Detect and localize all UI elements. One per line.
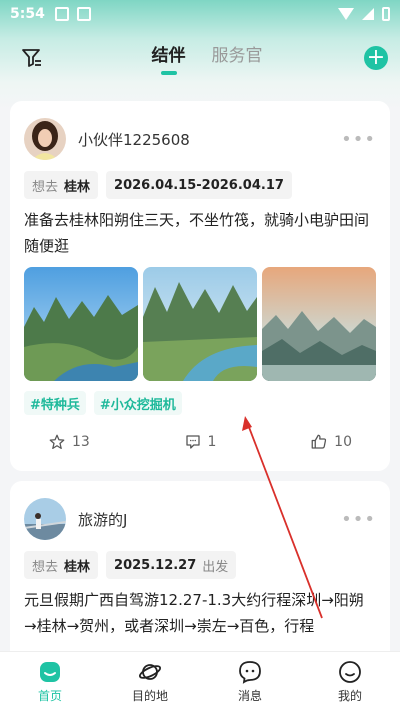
top-tabs: 结伴 服务官 <box>152 41 263 75</box>
nav-profile[interactable]: 我的 <box>310 660 390 704</box>
post-hashtags: #特种兵 #小众挖掘机 <box>24 391 376 415</box>
top-header: 结伴 服务官 + <box>0 36 400 80</box>
thumbs-up-icon <box>311 434 327 449</box>
post-description[interactable]: 准备去桂林阳朔住三天，不坐竹筏，就骑小电驴田间随便逛 <box>24 207 376 259</box>
destination-tag: 想去 桂林 <box>24 551 99 579</box>
wifi-icon <box>338 8 354 20</box>
add-post-button[interactable]: + <box>364 46 388 70</box>
planet-icon <box>138 663 162 680</box>
message-icon <box>239 660 261 684</box>
post-description[interactable]: 元旦假期广西自驾游12.27-1.3大约行程深圳→阳朔→桂林→贺州，或者深圳→崇… <box>24 587 376 639</box>
hashtag-chip[interactable]: #特种兵 <box>24 391 86 415</box>
comment-button[interactable]: 1 <box>184 433 217 451</box>
gallery-notification-icon <box>54 7 69 21</box>
home-icon <box>40 661 60 682</box>
post-tag-row: 想去 桂林 2026.04.15-2026.04.17 <box>24 171 376 199</box>
favorite-button[interactable]: 13 <box>48 433 90 451</box>
want-to-go-label: 想去 <box>32 179 59 195</box>
post-username[interactable]: 小伙伴1225608 <box>78 129 190 150</box>
nav-destination-label: 目的地 <box>131 688 168 703</box>
destination-name: 桂林 <box>64 559 91 575</box>
bottom-navigation: 首页 目的地 消息 我的 <box>0 651 400 711</box>
departure-date: 2025.12.27 <box>114 557 197 573</box>
post-tag-row: 想去 桂林 2025.12.27 出发 <box>24 551 376 579</box>
favorite-count: 13 <box>72 434 90 450</box>
nav-home[interactable]: 首页 <box>10 660 90 704</box>
post-username[interactable]: 旅游的J <box>78 509 127 530</box>
status-time: 5:54 <box>10 6 45 22</box>
nav-messages[interactable]: 消息 <box>210 660 290 704</box>
nav-home-label: 首页 <box>37 688 62 703</box>
comment-count: 1 <box>207 434 217 450</box>
nav-messages-label: 消息 <box>237 688 262 703</box>
more-options-icon[interactable]: ••• <box>341 509 376 530</box>
post-author-row: 小伙伴1225608 ••• <box>24 117 376 161</box>
tab-service-officer[interactable]: 服务官 <box>212 41 263 75</box>
post-photo[interactable] <box>262 267 376 381</box>
post-card[interactable]: 小伙伴1225608 ••• 想去 桂林 2026.04.15-2026.04.… <box>10 101 390 471</box>
signal-icon <box>362 8 374 20</box>
post-actions: 13 1 10 <box>24 433 376 451</box>
post-photo[interactable] <box>143 267 257 381</box>
departure-suffix: 出发 <box>202 559 229 575</box>
destination-name: 桂林 <box>64 179 91 195</box>
date-tag: 2026.04.15-2026.04.17 <box>106 171 292 199</box>
avatar[interactable] <box>24 498 66 540</box>
like-button[interactable]: 10 <box>310 433 352 451</box>
destination-tag: 想去 桂林 <box>24 171 99 199</box>
post-photos <box>24 267 376 381</box>
status-bar: 5:54 <box>0 0 400 28</box>
date-tag: 2025.12.27 出发 <box>106 551 237 579</box>
battery-icon <box>382 7 390 21</box>
post-author-row: 旅游的J ••• <box>24 497 376 541</box>
tab-companion[interactable]: 结伴 <box>152 41 186 75</box>
nav-destination[interactable]: 目的地 <box>110 660 190 704</box>
nav-profile-label: 我的 <box>337 688 362 703</box>
like-count: 10 <box>334 434 352 450</box>
hashtag-chip[interactable]: #小众挖掘机 <box>93 391 182 415</box>
star-icon <box>49 434 65 450</box>
profile-icon <box>339 660 361 683</box>
filter-icon[interactable] <box>20 46 44 70</box>
comment-icon <box>185 435 200 449</box>
more-options-icon[interactable]: ••• <box>341 129 376 150</box>
post-photo[interactable] <box>24 267 138 381</box>
want-to-go-label: 想去 <box>32 559 59 575</box>
app-notification-icon <box>76 7 91 21</box>
date-range: 2026.04.15-2026.04.17 <box>114 177 284 193</box>
avatar[interactable] <box>24 118 66 160</box>
